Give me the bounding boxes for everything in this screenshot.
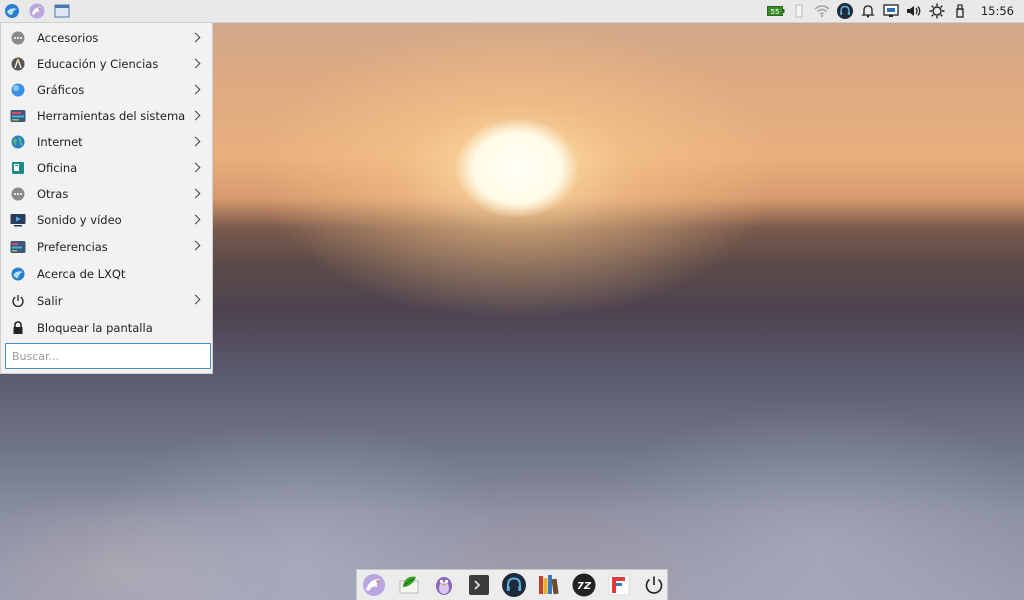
- dock-app-library[interactable]: [537, 573, 561, 597]
- headphones-app-tray[interactable]: [836, 2, 854, 20]
- headphones-icon: [836, 3, 853, 19]
- application-menu: Accesorios Educación y Ciencias Gráficos…: [0, 23, 213, 374]
- dock-app-7zip[interactable]: 7Z: [572, 573, 596, 597]
- battery-icon: 55: [766, 6, 785, 16]
- menu-item-preferencias[interactable]: Preferencias: [1, 233, 212, 261]
- bottom-dock: 7Z: [356, 569, 668, 600]
- menu-item-salir[interactable]: Salir: [1, 287, 212, 315]
- lxqt-menu-icon: [5, 4, 19, 18]
- flash-drive-icon: [956, 4, 964, 18]
- archive-icon: 7Z: [572, 573, 596, 597]
- network-indicator[interactable]: [813, 2, 831, 20]
- menu-item-label: Otras: [37, 187, 69, 201]
- menu-search-input[interactable]: [5, 343, 211, 369]
- globe-icon: [10, 134, 26, 150]
- office-icon: [10, 160, 26, 176]
- dock-app-pidgin[interactable]: [432, 573, 456, 597]
- menu-item-label: Preferencias: [37, 240, 108, 254]
- quick-launch: [0, 2, 78, 20]
- menu-item-label: Acerca de LXQt: [37, 267, 126, 281]
- dock-app-leaf[interactable]: [397, 573, 421, 597]
- preferences-icon: [10, 239, 26, 255]
- svg-text:7Z: 7Z: [577, 581, 592, 592]
- top-panel: 55 15:56: [0, 0, 1024, 23]
- window-icon: [54, 4, 70, 18]
- system-tools-icon: [10, 108, 26, 124]
- menu-item-label: Bloquear la pantalla: [37, 321, 153, 335]
- menu-item-acerca-lxqt[interactable]: Acerca de LXQt: [1, 261, 212, 287]
- menu-item-label: Internet: [37, 135, 83, 149]
- f-logo-icon: [608, 574, 630, 596]
- menu-item-educacion[interactable]: Educación y Ciencias: [1, 51, 212, 77]
- leaf-app-icon: [399, 576, 419, 594]
- menu-item-label: Sonido y vídeo: [37, 213, 122, 227]
- battery-indicator[interactable]: 55: [766, 2, 785, 20]
- terminal-icon: [469, 575, 489, 595]
- books-icon: [539, 575, 559, 595]
- menu-item-label: Accesorios: [37, 31, 99, 45]
- clock[interactable]: 15:56: [981, 4, 1014, 18]
- menu-item-sonido-video[interactable]: Sonido y vídeo: [1, 207, 212, 233]
- menu-item-herramientas[interactable]: Herramientas del sistema: [1, 103, 212, 129]
- dock-app-f[interactable]: [607, 573, 631, 597]
- power-icon: [10, 293, 26, 309]
- main-menu-button[interactable]: [3, 2, 21, 20]
- lock-icon: [10, 320, 26, 336]
- dots-icon: [10, 186, 26, 202]
- volume-icon: [906, 6, 921, 16]
- usb-drive-icon: [795, 4, 803, 18]
- bell-icon: [861, 5, 875, 18]
- multimedia-icon: [10, 212, 26, 228]
- notifications[interactable]: [859, 2, 877, 20]
- menu-item-label: Educación y Ciencias: [37, 57, 159, 71]
- brightness-icon: [929, 3, 945, 19]
- dock-app-bird[interactable]: [362, 573, 386, 597]
- dots-icon: [10, 30, 26, 46]
- removable-media[interactable]: [790, 2, 808, 20]
- menu-item-otras[interactable]: Otras: [1, 181, 212, 207]
- brightness-control[interactable]: [928, 2, 946, 20]
- pidgin-icon: [436, 577, 452, 595]
- menu-item-label: Gráficos: [37, 83, 85, 97]
- menu-item-graficos[interactable]: Gráficos: [1, 77, 212, 103]
- usb-tray[interactable]: [951, 2, 969, 20]
- bird-app-icon: [363, 574, 385, 596]
- headphones-icon: [502, 573, 526, 597]
- power-icon: [645, 576, 663, 594]
- lxqt-icon: [10, 266, 26, 282]
- menu-item-accesorios[interactable]: Accesorios: [1, 25, 212, 51]
- volume-control[interactable]: [905, 2, 923, 20]
- screen-capture-icon: [883, 4, 899, 17]
- launcher-app-bird[interactable]: [28, 2, 46, 20]
- dock-power-button[interactable]: [642, 573, 666, 597]
- bird-app-icon: [29, 3, 45, 19]
- wifi-icon: [814, 5, 830, 18]
- compass-icon: [10, 56, 26, 72]
- menu-item-internet[interactable]: Internet: [1, 129, 212, 155]
- menu-item-label: Salir: [37, 294, 63, 308]
- dock-app-headphones[interactable]: [502, 573, 526, 597]
- dock-app-terminal[interactable]: [467, 573, 491, 597]
- graphics-icon: [10, 82, 26, 98]
- menu-item-label: Oficina: [37, 161, 78, 175]
- screenshot-tray[interactable]: [882, 2, 900, 20]
- menu-item-label: Herramientas del sistema: [37, 109, 186, 123]
- system-tray: 55 15:56: [762, 2, 1024, 20]
- battery-level: 55: [770, 8, 779, 16]
- menu-item-oficina[interactable]: Oficina: [1, 155, 212, 181]
- launcher-show-desktop[interactable]: [53, 2, 71, 20]
- menu-item-bloquear[interactable]: Bloquear la pantalla: [1, 315, 212, 341]
